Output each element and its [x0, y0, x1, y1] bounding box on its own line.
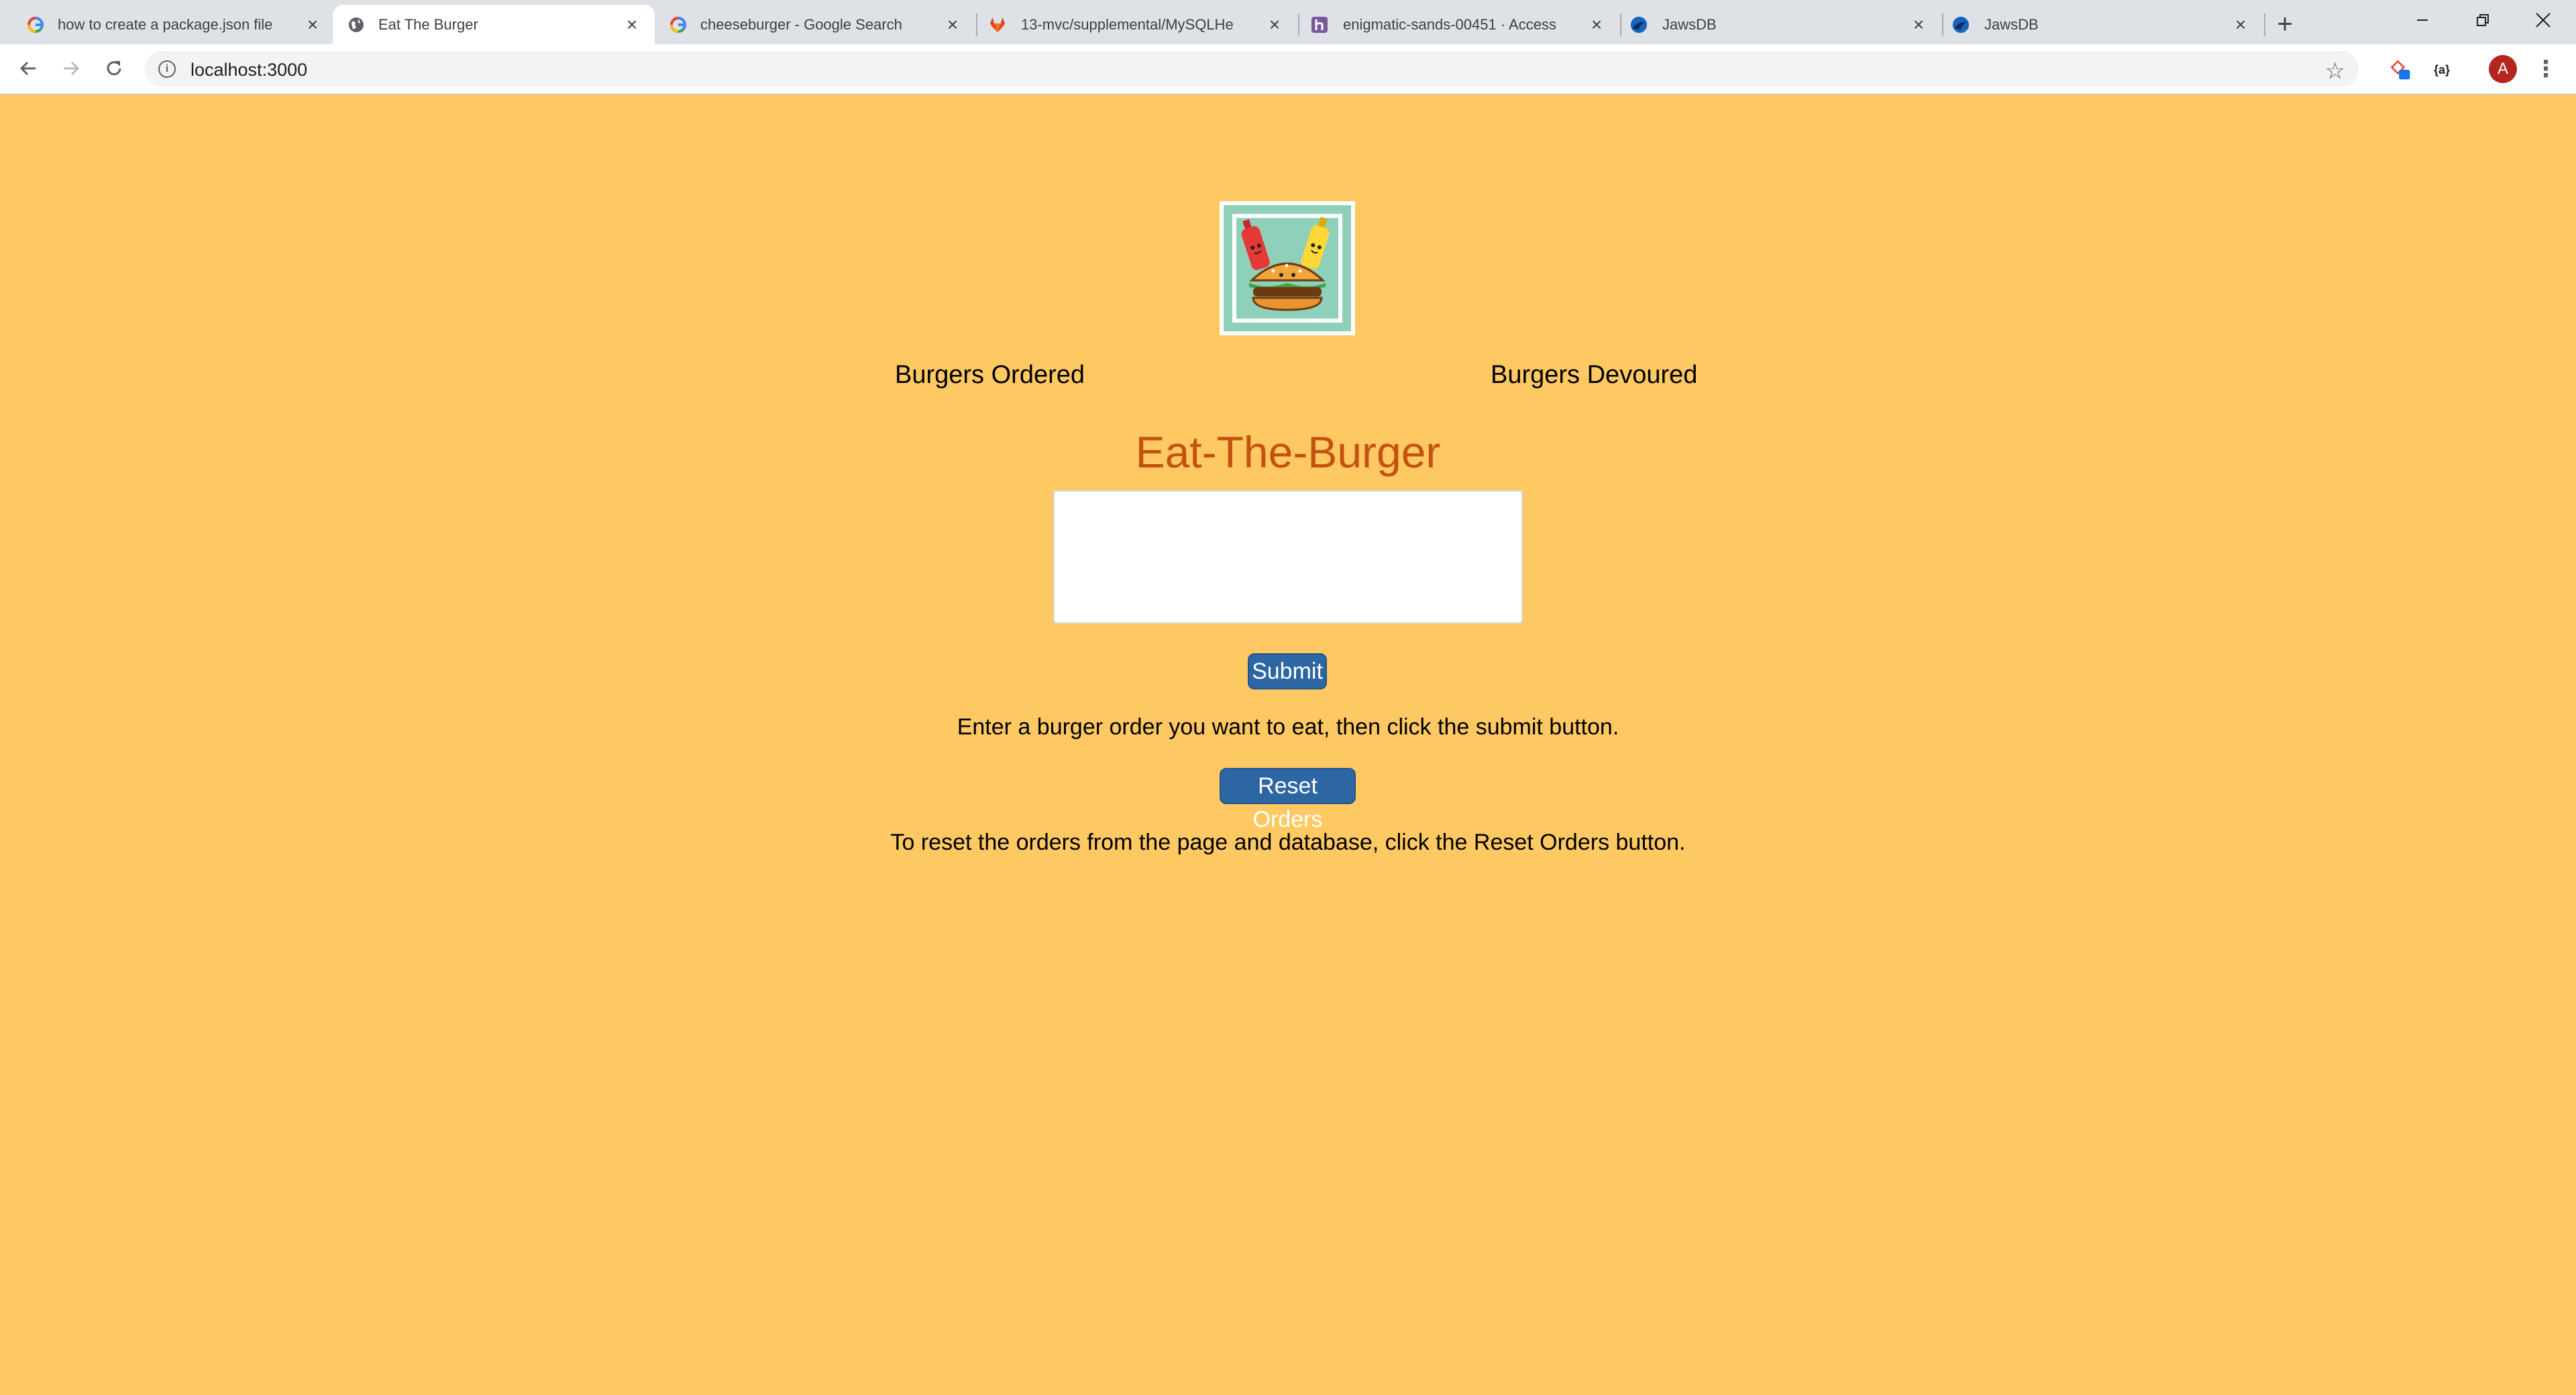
tab-title: Eat The Burger — [378, 16, 478, 33]
tab-title: how to create a package.json file — [58, 16, 273, 33]
gitlab-icon — [989, 16, 1006, 34]
tab-title: enigmatic-sands-00451 · Access — [1343, 16, 1556, 33]
close-icon[interactable]: × — [1911, 14, 1927, 35]
burger-logo — [1220, 201, 1355, 335]
profile-avatar[interactable]: A — [2489, 55, 2517, 83]
close-icon — [2536, 13, 2551, 27]
address-url: localhost:3000 — [191, 60, 308, 80]
tab-separator — [2264, 13, 2265, 36]
tab-cheeseburger-search[interactable]: cheeseburger - Google Search × — [655, 5, 975, 44]
back-button[interactable] — [13, 54, 43, 83]
close-icon[interactable]: × — [1589, 14, 1605, 35]
reload-button[interactable] — [99, 54, 129, 83]
close-icon[interactable]: × — [305, 14, 321, 35]
back-arrow-icon — [19, 61, 36, 76]
google-icon — [27, 16, 44, 34]
tab-title: 13-mvc/supplemental/MySQLHe — [1021, 16, 1234, 33]
reset-orders-button[interactable]: Reset Orders — [1220, 768, 1356, 832]
bookmark-star-icon[interactable]: ☆ — [2325, 58, 2345, 85]
info-icon[interactable]: i — [158, 60, 176, 78]
forward-arrow-icon — [64, 61, 80, 76]
close-icon[interactable]: × — [2233, 14, 2249, 35]
globe-icon — [347, 16, 365, 34]
google-icon — [669, 16, 687, 34]
submit-button[interactable]: Submit — [1248, 653, 1327, 689]
page-title: Eat-The-Burger — [1135, 427, 1441, 477]
burgers-ordered-heading: Burgers Ordered — [895, 361, 1085, 389]
address-bar[interactable]: i localhost:3000 ☆ — [145, 51, 2359, 87]
extension-json-icon[interactable]: {a} — [2430, 58, 2454, 82]
restore-icon — [2477, 14, 2489, 26]
tab-jawsdb-1[interactable]: JawsDB × — [1621, 5, 1941, 44]
minimize-icon — [2417, 19, 2428, 21]
tab-title: cheeseburger - Google Search — [700, 16, 902, 33]
browser-tab-strip: how to create a package.json file × Eat … — [0, 0, 2576, 44]
forward-button[interactable] — [56, 54, 86, 83]
submit-instructions: Enter a burger order you want to eat, th… — [957, 714, 1619, 740]
browser-toolbar: i localhost:3000 ☆ 1 {a} A ⋮ — [0, 44, 2576, 95]
new-tab-button[interactable]: + — [2270, 9, 2300, 39]
tab-heroku[interactable]: enigmatic-sands-00451 · Access × — [1299, 5, 1619, 44]
close-icon[interactable]: × — [1267, 14, 1283, 35]
reset-instructions: To reset the orders from the page and da… — [890, 830, 1686, 855]
tab-title: JawsDB — [1662, 16, 1717, 33]
close-icon[interactable]: × — [945, 14, 961, 35]
extension-badge-count: 1 — [2409, 70, 2416, 81]
close-icon[interactable]: × — [624, 14, 640, 35]
burgers-devoured-heading: Burgers Devoured — [1491, 361, 1698, 389]
reload-icon — [107, 61, 121, 76]
tab-title: JawsDB — [1984, 16, 2039, 33]
tab-jawsdb-2[interactable]: JawsDB × — [1943, 5, 2263, 44]
jawsdb-icon — [1952, 16, 1970, 34]
burger-order-input[interactable] — [1053, 490, 1523, 624]
close-window-button[interactable] — [2513, 0, 2573, 40]
jawsdb-icon — [1630, 16, 1648, 34]
heroku-icon — [1311, 16, 1328, 34]
minimize-button[interactable] — [2392, 0, 2453, 40]
tab-gitlab[interactable]: 13-mvc/supplemental/MySQLHe × — [977, 5, 1297, 44]
tab-eat-the-burger[interactable]: Eat The Burger × — [333, 5, 655, 44]
tab-package-json[interactable]: how to create a package.json file × — [0, 5, 335, 44]
menu-kebab-icon[interactable]: ⋮ — [2534, 55, 2557, 83]
restore-button[interactable] — [2453, 0, 2513, 40]
